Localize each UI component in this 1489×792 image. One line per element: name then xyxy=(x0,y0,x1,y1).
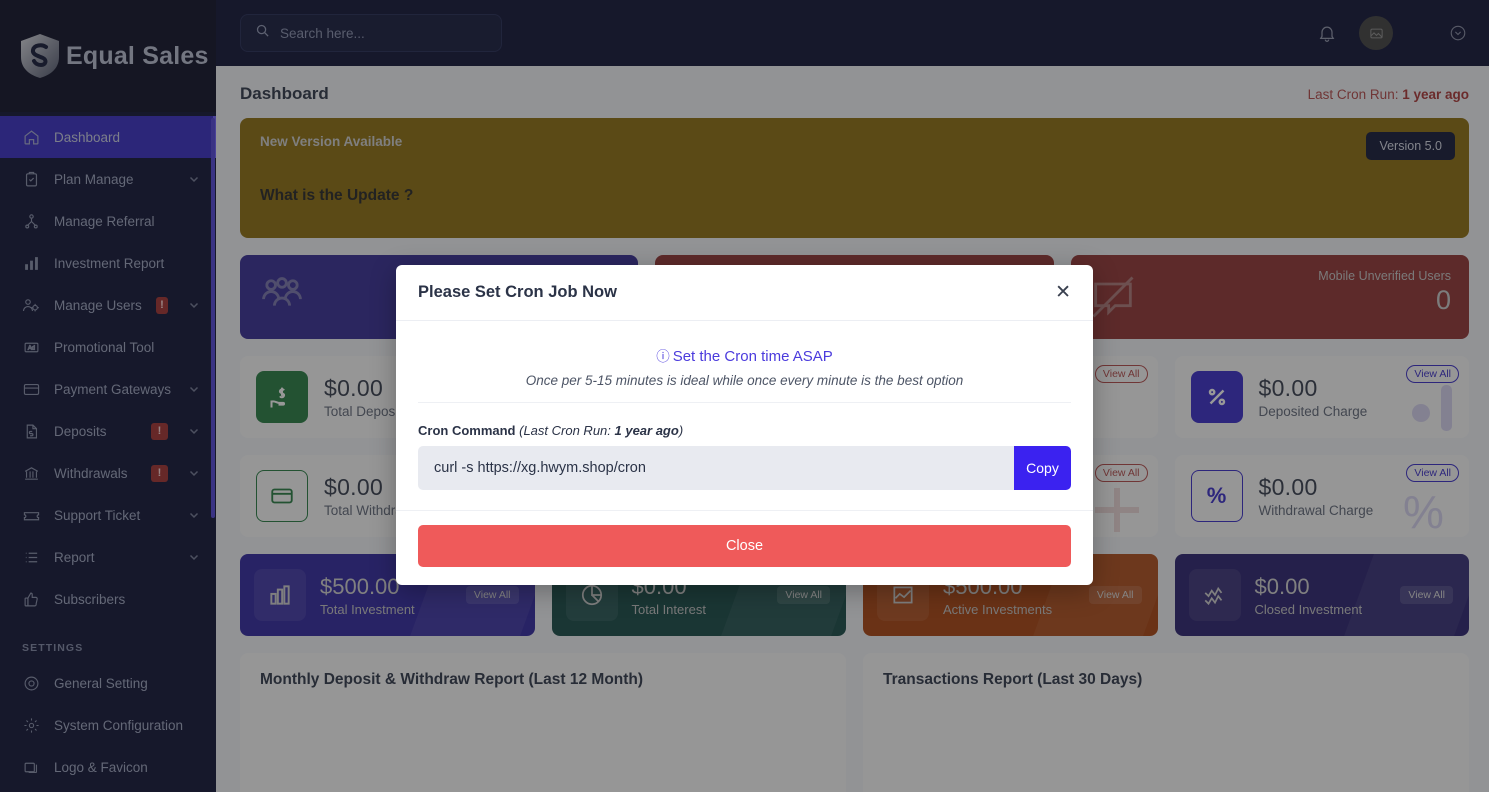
modal-footer: Close xyxy=(396,510,1093,585)
cron-command-label-bold: Cron Command xyxy=(418,423,516,438)
modal-header: Please Set Cron Job Now ✕ xyxy=(396,265,1093,321)
cron-command-input[interactable] xyxy=(418,446,1014,490)
cron-command-run-suffix: ) xyxy=(678,423,684,438)
copy-button[interactable]: Copy xyxy=(1014,446,1071,490)
cron-command-run-prefix: (Last Cron Run: xyxy=(519,423,615,438)
asap-notice: ⓘ Set the Cron time ASAP xyxy=(418,337,1071,365)
cron-command-run-value: 1 year ago xyxy=(614,423,679,438)
modal-title: Please Set Cron Job Now xyxy=(418,283,617,301)
asap-subtext: Once per 5-15 minutes is ideal while onc… xyxy=(418,365,1071,403)
close-icon[interactable]: ✕ xyxy=(1055,283,1071,302)
cron-command-row: Copy xyxy=(418,446,1071,490)
info-circle-icon: ⓘ xyxy=(656,349,670,364)
cron-job-modal: Please Set Cron Job Now ✕ ⓘ Set the Cron … xyxy=(396,265,1093,585)
modal-body: ⓘ Set the Cron time ASAP Once per 5-15 mi… xyxy=(396,321,1093,510)
asap-text: Set the Cron time ASAP xyxy=(672,348,833,365)
close-button[interactable]: Close xyxy=(418,525,1071,567)
app-root: Equal Sales Dashboard Plan Manage Manage… xyxy=(0,0,1489,792)
cron-command-label: Cron Command (Last Cron Run: 1 year ago) xyxy=(418,403,1071,446)
